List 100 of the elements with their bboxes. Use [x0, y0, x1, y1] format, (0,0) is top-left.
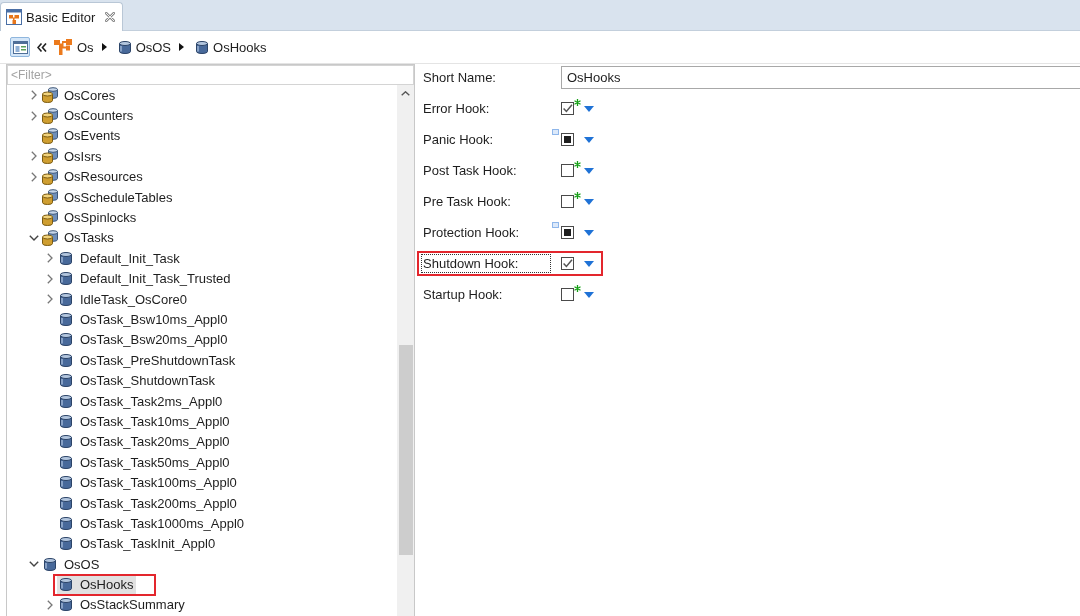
filter-field[interactable]: <Filter> — [7, 65, 414, 85]
asterisk-icon — [574, 99, 581, 106]
tree-item[interactable]: OsScheduleTables — [41, 188, 176, 207]
tree-item[interactable]: Default_Init_Task_Trusted — [57, 269, 234, 288]
field-label: Error Hook: — [422, 100, 491, 118]
cylinders-icon — [42, 168, 58, 185]
field-label: Panic Hook: — [422, 131, 495, 149]
checkbox[interactable] — [561, 195, 574, 208]
caret-down-icon[interactable] — [584, 105, 594, 112]
cylinders-icon — [42, 87, 58, 104]
dotted-square-icon — [552, 129, 559, 135]
close-icon[interactable] — [105, 12, 116, 22]
field-label: Startup Hook: — [422, 286, 504, 304]
cylinder-icon — [60, 374, 72, 388]
tree-item[interactable]: OsTask_Task20ms_Appl0 — [57, 432, 233, 451]
checkbox[interactable] — [561, 102, 574, 115]
field-label: Post Task Hook: — [422, 162, 518, 180]
checkbox[interactable] — [561, 164, 574, 177]
view-toggle-button[interactable] — [10, 37, 30, 57]
field-label: Protection Hook: — [422, 224, 521, 242]
cylinder-icon — [60, 435, 72, 449]
tree-item[interactable]: OsEvents — [41, 126, 124, 145]
tree-item[interactable]: OsStackSummary — [57, 595, 188, 614]
caret-down-icon[interactable] — [584, 198, 594, 205]
chevron-down-icon[interactable] — [29, 234, 39, 241]
scrollbar[interactable] — [397, 85, 414, 616]
tree-item[interactable]: OsIsrs — [41, 147, 105, 166]
tree-item[interactable]: OsTask_Task100ms_Appl0 — [57, 473, 240, 492]
cylinder-icon — [60, 292, 72, 306]
chevron-right-icon[interactable] — [47, 294, 53, 305]
chevron-right-icon[interactable] — [31, 110, 37, 121]
tree-item[interactable]: OsTask_Bsw20ms_Appl0 — [57, 330, 231, 349]
cylinder-icon — [196, 40, 209, 54]
field-label: Pre Task Hook: — [422, 193, 512, 211]
checkbox[interactable] — [561, 288, 574, 301]
caret-down-icon[interactable] — [584, 229, 594, 236]
field-label: Short Name: — [422, 69, 497, 87]
cylinder-icon — [60, 496, 72, 510]
cylinder-icon — [60, 476, 72, 490]
dotted-square-icon — [552, 222, 559, 228]
text-field[interactable]: OsHooks — [561, 66, 1080, 89]
tree-item[interactable]: OsTask_Task10ms_Appl0 — [57, 412, 233, 431]
asterisk-icon — [574, 192, 581, 199]
tree-item[interactable]: OsTask_Task200ms_Appl0 — [57, 494, 240, 512]
tree-item[interactable]: OsTask_Task2ms_Appl0 — [57, 392, 226, 411]
checkbox[interactable] — [561, 226, 574, 239]
tree-item[interactable]: OsCounters — [41, 106, 137, 125]
tree-item[interactable]: OsTask_TaskInit_Appl0 — [57, 534, 219, 553]
cylinder-icon — [60, 353, 72, 367]
hierarchy-icon — [54, 39, 72, 55]
tree-item[interactable]: OsTask_Task1000ms_Appl0 — [57, 514, 248, 533]
tree-item[interactable]: OsTasks — [41, 228, 117, 247]
cylinder-icon — [60, 455, 72, 469]
breadcrumb-item[interactable]: OsOS — [118, 39, 172, 55]
cylinders-icon — [42, 229, 58, 246]
cylinders-icon — [42, 209, 58, 226]
tree-item[interactable]: OsTask_Task50ms_Appl0 — [57, 453, 233, 472]
cylinder-icon — [44, 557, 56, 571]
tree-item[interactable]: OsSpinlocks — [41, 208, 140, 227]
cylinder-icon — [60, 272, 72, 286]
chevron-right-icon[interactable] — [47, 599, 53, 610]
checkbox[interactable] — [561, 133, 574, 146]
checkbox[interactable] — [561, 257, 574, 270]
window-panes-icon — [12, 40, 28, 54]
tree-item[interactable]: IdleTask_OsCore0 — [57, 290, 190, 309]
scrollbar-thumb[interactable] — [398, 345, 413, 555]
chevron-down-icon[interactable] — [29, 561, 39, 568]
cylinder-icon — [60, 313, 72, 326]
chevron-right-icon[interactable] — [47, 273, 53, 284]
caret-down-icon[interactable] — [584, 260, 594, 267]
triangle-right-icon[interactable] — [101, 43, 107, 51]
chevron-right-icon[interactable] — [31, 90, 37, 101]
cylinder-icon — [60, 516, 72, 530]
tree-item[interactable]: Default_Init_Task — [57, 249, 183, 268]
caret-down-icon[interactable] — [584, 136, 594, 143]
tree-item[interactable]: OsOS — [41, 555, 103, 574]
caret-down-icon[interactable] — [584, 291, 594, 298]
tree-item[interactable]: OsTask_PreShutdownTask — [57, 351, 239, 370]
chevron-up-icon[interactable] — [401, 91, 410, 96]
triangle-right-icon[interactable] — [179, 43, 185, 51]
editor-tab[interactable]: Basic Editor — [0, 2, 124, 31]
cylinder-icon — [60, 394, 72, 408]
asterisk-icon — [574, 161, 581, 168]
cylinders-icon — [42, 107, 58, 124]
chevron-right-icon[interactable] — [47, 253, 53, 264]
breadcrumb-item[interactable]: OsHooks — [196, 39, 267, 55]
cylinders-icon — [42, 127, 58, 144]
chevron-right-icon[interactable] — [31, 171, 37, 182]
field-label: Shutdown Hook: — [421, 254, 551, 273]
chevron-right-icon[interactable] — [31, 151, 37, 162]
tree-item[interactable]: OsTask_ShutdownTask — [57, 371, 219, 390]
double-chevron-left-icon[interactable] — [37, 42, 47, 52]
cylinder-icon — [118, 40, 131, 54]
caret-down-icon[interactable] — [584, 167, 594, 174]
tree-item[interactable]: OsCores — [41, 86, 119, 105]
tree-item[interactable]: OsResources — [41, 167, 146, 186]
cylinders-icon — [42, 189, 58, 206]
asterisk-icon — [574, 285, 581, 292]
tree-item[interactable]: OsTask_Bsw10ms_Appl0 — [57, 310, 231, 329]
breadcrumb-item[interactable]: Os — [54, 39, 94, 55]
